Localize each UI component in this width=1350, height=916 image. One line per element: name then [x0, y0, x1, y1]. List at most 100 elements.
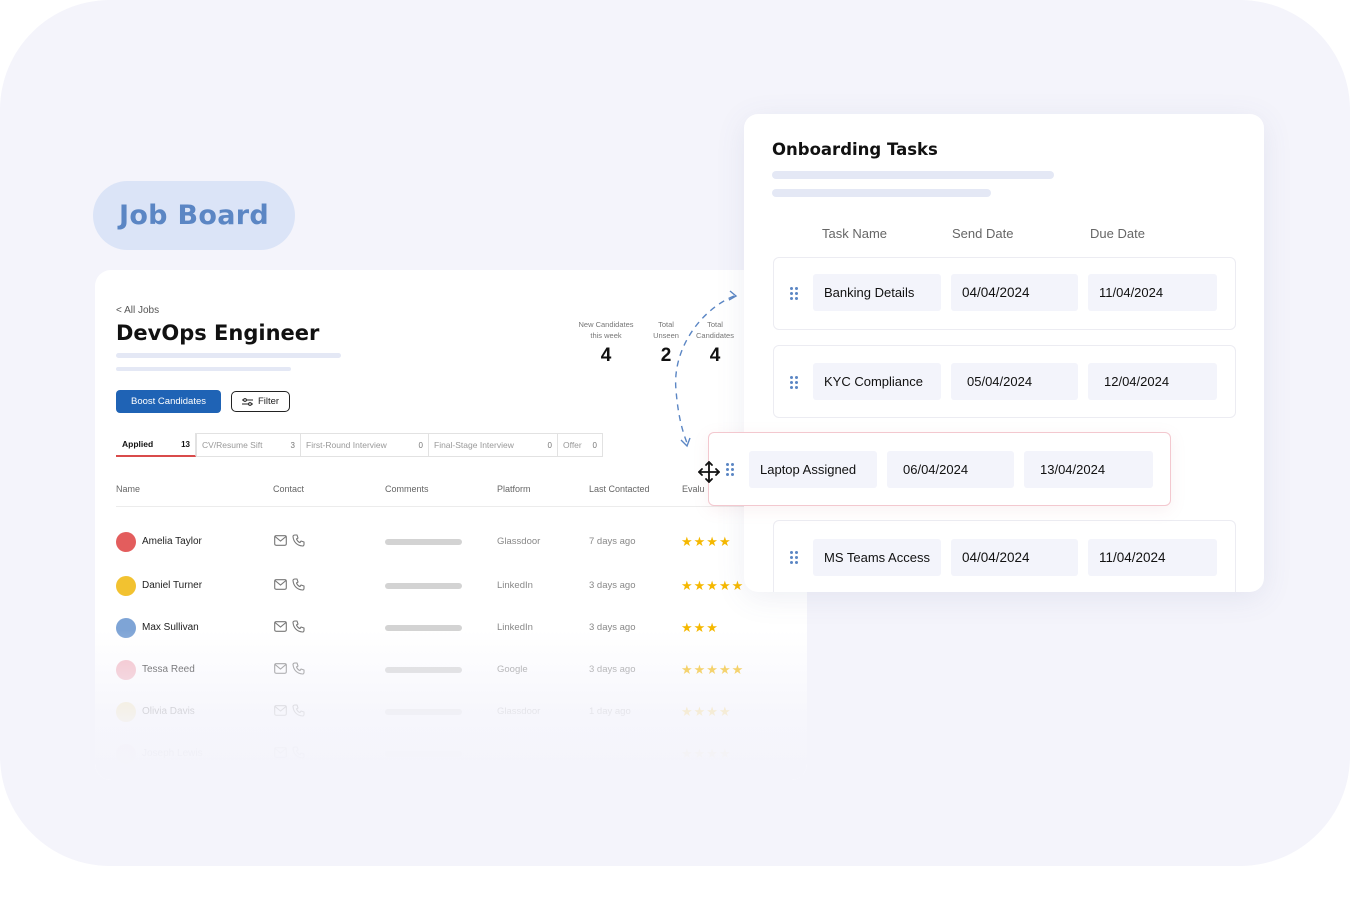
tab-first-round-interview[interactable]: First-Round Interview 0	[301, 433, 429, 457]
avatar	[116, 532, 136, 552]
last-contacted: 3 days ago	[589, 622, 636, 633]
tab-count: 0	[547, 440, 552, 450]
drag-handle-icon[interactable]	[790, 376, 798, 389]
mail-icon[interactable]	[274, 535, 287, 546]
rating-stars: ★★★★	[681, 704, 732, 719]
candidate-name: Amelia Taylor	[142, 536, 202, 547]
avatar	[116, 576, 136, 596]
rating-stars: ★★★★	[681, 746, 732, 761]
onboarding-title: Onboarding Tasks	[772, 140, 938, 159]
candidate-name: Max Sullivan	[142, 622, 199, 633]
placeholder-line	[116, 367, 291, 371]
last-contacted: 3 days ago	[589, 580, 636, 591]
task-row[interactable]: MS Teams Access 04/04/2024 11/04/2024	[773, 520, 1236, 592]
task-row[interactable]: KYC Compliance 05/04/2024 12/04/2024	[773, 345, 1236, 418]
phone-icon[interactable]	[292, 534, 305, 547]
column-header-last-contacted: Last Contacted	[589, 484, 650, 494]
mail-icon[interactable]	[274, 747, 287, 758]
dragging-task-row[interactable]: Laptop Assigned 06/04/2024 13/04/2024	[708, 432, 1171, 506]
onboarding-panel: Onboarding Tasks Task Name Send Date Due…	[744, 114, 1264, 592]
tab-label: CV/Resume Sift	[202, 440, 263, 450]
candidate-name: Joseph Lewis	[142, 748, 203, 759]
phone-icon[interactable]	[292, 620, 305, 633]
phone-icon[interactable]	[292, 578, 305, 591]
filter-icon	[241, 397, 253, 406]
task-name: Laptop Assigned	[749, 451, 877, 488]
drag-handle-icon[interactable]	[790, 287, 798, 300]
task-row[interactable]: Banking Details 04/04/2024 11/04/2024	[773, 257, 1236, 330]
tab-count: 0	[418, 440, 423, 450]
task-send-date: 04/04/2024	[951, 539, 1078, 576]
stat-label: New Candidates this week	[578, 320, 634, 340]
comment-placeholder	[385, 667, 462, 673]
tab-offer[interactable]: Offer 0	[558, 433, 603, 457]
tab-final-stage-interview[interactable]: Final-Stage Interview 0	[429, 433, 558, 457]
platform: Glassdoor	[497, 706, 541, 717]
avatar	[116, 702, 136, 722]
tab-cv-resume-sift[interactable]: CV/Resume Sift 3	[196, 433, 301, 457]
platform: LinkedIn	[497, 622, 533, 633]
stat-value: 4	[600, 345, 612, 366]
tab-label: Offer	[563, 440, 582, 450]
column-header-due-date: Due Date	[1090, 226, 1145, 241]
rating-stars: ★★★★★	[681, 578, 745, 593]
tab-label: Applied	[122, 439, 154, 449]
tab-label: Final-Stage Interview	[434, 440, 514, 450]
comment-placeholder	[385, 583, 462, 589]
filter-button[interactable]: Filter	[231, 391, 290, 412]
last-contacted: 7 days ago	[589, 536, 636, 547]
platform: Google	[497, 664, 528, 675]
boost-candidates-button[interactable]: Boost Candidates	[116, 390, 221, 413]
job-board-badge: Job Board	[93, 181, 295, 250]
task-name: MS Teams Access	[813, 539, 941, 576]
mail-icon[interactable]	[274, 705, 287, 716]
column-header-name: Name	[116, 484, 141, 494]
column-header-platform: Platform	[497, 484, 531, 494]
tab-count: 3	[290, 440, 295, 450]
task-due-date: 11/04/2024	[1088, 274, 1217, 311]
job-title: DevOps Engineer	[116, 321, 320, 345]
job-board-badge-label: Job Board	[118, 200, 269, 231]
task-due-date: 12/04/2024	[1088, 363, 1217, 400]
phone-icon[interactable]	[292, 662, 305, 675]
all-jobs-link[interactable]: < All Jobs	[116, 305, 159, 316]
tab-applied[interactable]: Applied 13	[116, 433, 196, 457]
mail-icon[interactable]	[274, 621, 287, 632]
column-header-send-date: Send Date	[952, 226, 1014, 241]
stage-tabs: Applied 13 CV/Resume Sift 3 First-Round …	[116, 433, 603, 457]
stat-new-candidates: New Candidates this week 4	[573, 319, 639, 369]
table-row[interactable]: Olivia Davis Glassdoor 1 day ago ★★★★	[116, 699, 776, 725]
task-name: Banking Details	[813, 274, 941, 311]
mail-icon[interactable]	[274, 663, 287, 674]
mail-icon[interactable]	[274, 579, 287, 590]
task-send-date: 05/04/2024	[951, 363, 1078, 400]
last-contacted: 3 days ago	[589, 664, 636, 675]
last-contacted: 1 day ago	[589, 706, 631, 717]
candidate-name: Daniel Turner	[142, 580, 203, 591]
placeholder-line	[772, 171, 1054, 179]
drag-handle-icon[interactable]	[726, 463, 734, 476]
task-send-date: 06/04/2024	[887, 451, 1014, 488]
header-divider	[116, 506, 766, 507]
rating-stars: ★★★	[681, 620, 719, 635]
table-row[interactable]: Joseph Lewis ★★★★	[116, 741, 776, 767]
column-header-comments: Comments	[385, 484, 429, 494]
comment-placeholder	[385, 751, 462, 757]
move-cursor-icon	[698, 461, 720, 483]
phone-icon[interactable]	[292, 746, 305, 759]
tab-count: 0	[592, 440, 597, 450]
comment-placeholder	[385, 709, 462, 715]
table-row[interactable]: Amelia Taylor Glassdoor 7 days ago ★★★★	[116, 529, 776, 555]
phone-icon[interactable]	[292, 704, 305, 717]
drag-handle-icon[interactable]	[790, 551, 798, 564]
table-row[interactable]: Daniel Turner LinkedIn 3 days ago ★★★★★	[116, 573, 776, 599]
task-send-date: 04/04/2024	[951, 274, 1078, 311]
table-row[interactable]: Max Sullivan LinkedIn 3 days ago ★★★	[116, 615, 776, 641]
column-header-task-name: Task Name	[822, 226, 888, 241]
candidate-name: Tessa Reed	[142, 664, 195, 675]
filter-label: Filter	[257, 396, 280, 407]
tab-count: 13	[181, 439, 190, 449]
avatar	[116, 744, 136, 764]
table-row[interactable]: Tessa Reed Google 3 days ago ★★★★★	[116, 657, 776, 683]
rating-stars: ★★★★	[681, 534, 732, 549]
